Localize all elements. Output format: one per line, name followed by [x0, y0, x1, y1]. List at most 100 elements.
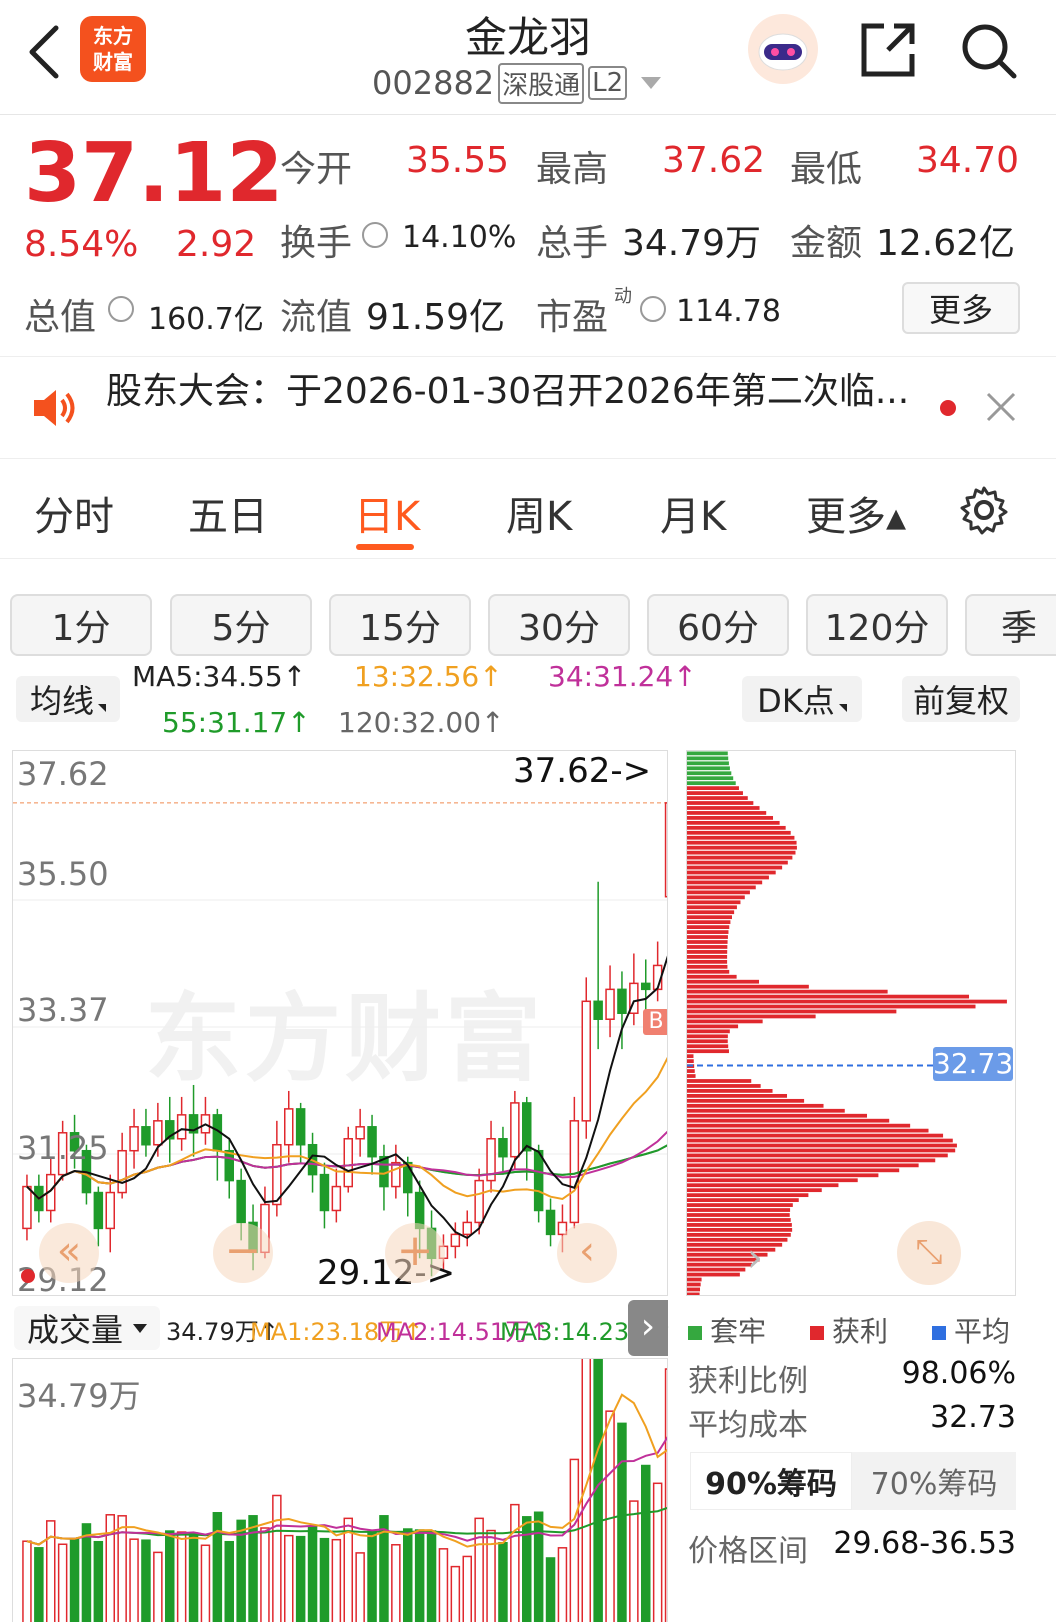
chip-bar [687, 1089, 773, 1093]
chip-bar [687, 875, 769, 880]
volume-bar [57, 1543, 68, 1622]
volume-bar [414, 1529, 425, 1622]
interval-60min[interactable]: 60分 [647, 594, 789, 656]
chip-bar [687, 910, 735, 915]
volume-chart[interactable]: 34.79万 [12, 1358, 668, 1622]
buy-marker[interactable]: B [643, 1009, 667, 1035]
more-button[interactable]: 更多 [902, 282, 1020, 334]
chip-distribution[interactable]: 32.73 › ⤡ [686, 750, 1016, 1296]
float-label: 流值 [280, 297, 353, 338]
y-label-3: 33.37 [17, 991, 109, 1029]
dropdown-corner-icon [838, 704, 847, 712]
info-icon[interactable] [640, 296, 666, 322]
chip-bar [687, 964, 728, 969]
volume-bar [533, 1511, 544, 1622]
chip-bar [687, 1074, 696, 1078]
interval-5min[interactable]: 5分 [170, 594, 312, 656]
unread-dot [940, 400, 956, 416]
chip-bar [687, 806, 760, 810]
interval-1min[interactable]: 1分 [10, 594, 152, 656]
pe-superscript: 动 [614, 286, 632, 307]
share-icon[interactable] [858, 20, 918, 80]
candle [105, 1174, 115, 1253]
interval-15min[interactable]: 15分 [329, 594, 471, 656]
volume-bar [391, 1544, 401, 1622]
chip-bar [687, 950, 728, 954]
chip-bar [687, 1163, 919, 1168]
info-icon[interactable] [108, 296, 134, 322]
chip-bar [687, 1198, 799, 1202]
expand-arrow-icon[interactable]: › [628, 1300, 668, 1356]
kline-chart[interactable]: 东方财富 37.62 35.50 33.37 31.25 29.12 37.62… [12, 750, 668, 1296]
search-icon[interactable] [958, 20, 1020, 82]
volume-bar [307, 1525, 318, 1622]
candle [498, 1126, 508, 1175]
chip-bar [687, 791, 743, 795]
tab-daily-k[interactable]: 日K [354, 484, 420, 542]
notice-text[interactable]: 股东大会：于2026-01-30召开2026年第二次临... [106, 362, 926, 414]
volume-bar [367, 1530, 377, 1622]
chip-bar [687, 895, 745, 900]
chip-tab-90[interactable]: 90%筹码 [690, 1452, 852, 1510]
scroll-left-icon[interactable]: « [39, 1223, 99, 1283]
top-header: 东方 财富 金龙羽 002882 深股通 L2 [0, 0, 1056, 115]
candle [652, 941, 663, 1002]
interval-30min[interactable]: 30分 [488, 594, 630, 656]
chip-bar [687, 796, 748, 800]
volume-bar [129, 1538, 139, 1622]
candle-body [141, 1126, 151, 1146]
speaker-icon [30, 386, 78, 430]
turnover-label: 换手 [280, 223, 353, 264]
chip-tab-70[interactable]: 70%筹码 [852, 1452, 1016, 1510]
chip-bar [687, 855, 793, 860]
chip-bar [687, 1282, 701, 1287]
gear-icon[interactable] [958, 484, 1010, 536]
scroll-prev-icon[interactable]: ‹ [557, 1223, 617, 1283]
dk-point-selector[interactable]: DK点 [742, 676, 862, 722]
ma-selector[interactable]: 均线 [16, 676, 120, 722]
tab-weekly-k[interactable]: 周K [506, 484, 572, 542]
volume-bar [153, 1551, 163, 1622]
interval-120min[interactable]: 120分 [806, 594, 948, 656]
chip-bar [687, 865, 783, 870]
chip-bar [687, 994, 970, 999]
adjust-selector[interactable]: 前复权 [902, 676, 1020, 722]
divider [0, 558, 1056, 559]
avg-cost-tag: 32.73 [933, 1047, 1014, 1081]
chip-bar [687, 860, 788, 865]
interval-quarter[interactable]: 季 [965, 594, 1056, 656]
chip-bar [687, 1213, 790, 1217]
chip-bar [687, 1208, 791, 1212]
volume-bar [569, 1458, 580, 1622]
tab-five-day[interactable]: 五日 [188, 484, 268, 542]
stock-code-row[interactable]: 002882 深股通 L2 [372, 62, 662, 104]
chip-bar [687, 840, 797, 845]
chip-bar [687, 1084, 761, 1088]
ma34-value: 34:31.24↑ [548, 660, 697, 693]
volume-value: 34.79万 [622, 223, 762, 264]
candle [188, 1084, 199, 1157]
expand-icon[interactable]: ⤡ [897, 1221, 961, 1285]
zoom-in-icon[interactable]: + [385, 1223, 445, 1283]
connect-badge: 深股通 [498, 62, 585, 104]
chevron-down-icon [641, 77, 662, 89]
info-icon[interactable] [362, 222, 388, 248]
amount-value: 12.62亿 [876, 223, 1016, 264]
candle [224, 1138, 234, 1199]
tab-monthly-k[interactable]: 月K [660, 484, 726, 542]
volume-bar [629, 1500, 639, 1622]
robot-assistant-icon[interactable] [748, 14, 818, 84]
volume-bar [331, 1538, 342, 1622]
volume-bar [272, 1494, 282, 1622]
tab-more[interactable]: 更多▴ [806, 484, 906, 542]
chip-bar [687, 776, 734, 781]
volume-bar [498, 1541, 508, 1622]
zoom-out-icon[interactable]: − [213, 1223, 273, 1283]
tab-intraday[interactable]: 分时 [34, 484, 114, 542]
pe-value: 114.78 [676, 294, 781, 329]
candle [664, 802, 667, 898]
close-icon[interactable] [984, 390, 1018, 424]
chip-bar [687, 1123, 911, 1128]
volume-selector[interactable]: 成交量 [14, 1306, 160, 1350]
chip-bar [687, 1143, 957, 1148]
